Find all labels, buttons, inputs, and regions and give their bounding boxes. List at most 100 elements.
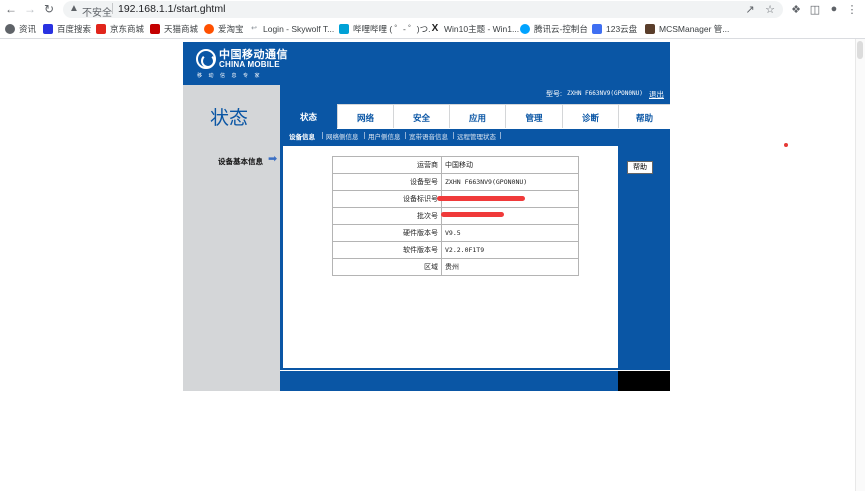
subtab-divider <box>364 132 365 139</box>
model-value: ZXHN F663NV9(GPON0NU) <box>567 90 643 97</box>
tab-management[interactable]: 管理 <box>506 105 562 128</box>
subtab-remote-mgmt[interactable]: 远程管理状态 <box>457 131 496 141</box>
bilibili-icon <box>339 24 349 34</box>
bookmark-10[interactable]: MCSManager 管... <box>645 22 729 36</box>
warning-icon[interactable]: ▲ <box>69 3 79 14</box>
bookmark-label: 百度搜索 <box>57 24 92 34</box>
side-panel-icon[interactable]: ◫ <box>809 3 821 16</box>
footer-center <box>280 371 618 391</box>
bookmark-4[interactable]: 爱淘宝 <box>204 22 244 36</box>
bookmark-label: Win10主题 - Win1... <box>444 24 520 34</box>
url-divider <box>112 3 113 14</box>
bookmark-label: 资讯 <box>19 24 37 34</box>
help-button[interactable]: 帮助 <box>627 161 653 174</box>
mcsmanager-icon <box>645 24 655 34</box>
security-label[interactable]: 不安全 <box>82 4 112 19</box>
bookmark-9[interactable]: 123云盘 <box>592 22 637 36</box>
left-sidebar <box>183 142 280 371</box>
row-key: 软件版本号 <box>332 241 442 259</box>
row-key: 区域 <box>332 258 442 276</box>
logo-slogan: 移动信息专家 <box>197 73 267 79</box>
footer-right <box>618 371 670 391</box>
bookmarks-bar: 资讯 百度搜索 京东商城 天猫商城 爱淘宝 ↩ Login - Skywolf T… <box>0 19 865 38</box>
bookmark-label: 京东商城 <box>110 24 145 34</box>
page-icon: ↩ <box>249 24 259 34</box>
scrollbar[interactable] <box>855 39 865 491</box>
cloud-drive-icon <box>592 24 602 34</box>
bookmark-8[interactable]: 腾讯云-控制台 <box>520 22 588 36</box>
extensions-icon[interactable]: ❖ <box>790 3 802 16</box>
subtab-device-info[interactable]: 设备信息 <box>289 131 315 141</box>
forward-icon[interactable]: → <box>23 2 37 16</box>
subtab-network-side[interactable]: 网络侧信息 <box>326 131 359 141</box>
bookmark-label: Login - Skywolf T... <box>263 24 335 34</box>
bookmark-2[interactable]: 京东商城 <box>96 22 144 36</box>
row-value: ZXHN F663NV9(GPON0NU) <box>441 173 579 191</box>
right-column <box>618 150 670 370</box>
bookmark-label: MCSManager 管... <box>659 24 730 34</box>
subtab-divider <box>500 132 501 139</box>
back-icon[interactable]: ← <box>4 2 18 16</box>
section-label-basic-info[interactable]: 设备基本信息 <box>218 156 263 167</box>
share-icon[interactable]: ↗ <box>744 3 756 16</box>
row-value: 中国移动 <box>441 156 579 174</box>
table-row: 运营商 中国移动 <box>332 156 579 174</box>
tmall-icon <box>150 24 160 34</box>
tencent-cloud-icon <box>520 24 530 34</box>
tab-diagnosis[interactable]: 诊断 <box>563 105 618 128</box>
tab-application[interactable]: 应用 <box>450 105 505 128</box>
table-row: 设备型号 ZXHN F663NV9(GPON0NU) <box>332 173 579 191</box>
subtab-divider <box>322 132 323 139</box>
url-text[interactable]: 192.168.1.1/start.ghtml <box>118 3 225 15</box>
reload-icon[interactable]: ↻ <box>42 2 56 16</box>
menu-icon[interactable]: ⋮ <box>846 3 858 16</box>
row-key: 设备标识号 <box>332 190 442 208</box>
bookmark-3[interactable]: 天猫商城 <box>150 22 198 36</box>
row-value: V2.2.0F1T9 <box>441 241 579 259</box>
logout-link[interactable]: 退出 <box>649 89 664 100</box>
model-label: 型号: <box>546 91 562 98</box>
bookmark-0[interactable]: 资讯 <box>5 22 36 36</box>
bookmark-7[interactable]: X Win10主题 - Win1... <box>430 22 519 36</box>
table-row: 软件版本号 V2.2.0F1T9 <box>332 241 579 259</box>
tab-status[interactable]: 状态 <box>280 104 337 129</box>
bookmark-1[interactable]: 百度搜索 <box>43 22 91 36</box>
footer-left <box>183 371 280 391</box>
china-mobile-logo-icon <box>196 49 216 69</box>
subtab-user-side[interactable]: 用户侧信息 <box>368 131 401 141</box>
row-value: V9.5 <box>441 224 579 242</box>
tab-security[interactable]: 安全 <box>394 105 449 128</box>
tab-network[interactable]: 网络 <box>338 105 393 128</box>
globe-icon <box>5 24 15 34</box>
row-key: 运营商 <box>332 156 442 174</box>
logo-english-text: CHINA MOBILE <box>219 60 280 69</box>
baidu-icon <box>43 24 53 34</box>
bookmark-5[interactable]: ↩ Login - Skywolf T... <box>249 22 334 36</box>
row-key: 批次号 <box>332 207 442 225</box>
bookmark-6[interactable]: 哔哩哔哩 ( ゜- ゜)つ... <box>339 22 435 36</box>
table-row: 区域 贵州 <box>332 258 579 276</box>
browser-toolbar: ← → ↻ ▲ 不安全 192.168.1.1/start.ghtml ↗ ☆ … <box>0 0 865 19</box>
subtab-divider <box>405 132 406 139</box>
bookmark-label: 哔哩哔哩 ( ゜- ゜)つ... <box>353 24 436 34</box>
cursor-dot <box>784 143 788 147</box>
bookmark-label: 腾讯云-控制台 <box>534 24 588 34</box>
row-key: 设备型号 <box>332 173 442 191</box>
profile-icon[interactable]: ● <box>828 3 840 15</box>
bookmark-label: 天猫商城 <box>164 24 199 34</box>
jd-icon <box>96 24 106 34</box>
row-value: 贵州 <box>441 258 579 276</box>
subtab-voice-info[interactable]: 宽带语音信息 <box>409 131 448 141</box>
tab-help[interactable]: 帮助 <box>619 105 670 128</box>
bookmark-label: 爱淘宝 <box>218 24 244 34</box>
arrow-right-icon: ➡ <box>268 153 278 165</box>
taobao-icon <box>204 24 214 34</box>
star-icon[interactable]: ☆ <box>764 3 776 16</box>
page-title: 状态 <box>210 107 249 129</box>
toolbar-divider <box>0 38 865 39</box>
table-row: 硬件版本号 V9.5 <box>332 224 579 242</box>
row-key: 硬件版本号 <box>332 224 442 242</box>
scrollbar-thumb[interactable] <box>857 41 863 59</box>
right-column-top <box>618 142 670 150</box>
subtab-divider <box>453 132 454 139</box>
